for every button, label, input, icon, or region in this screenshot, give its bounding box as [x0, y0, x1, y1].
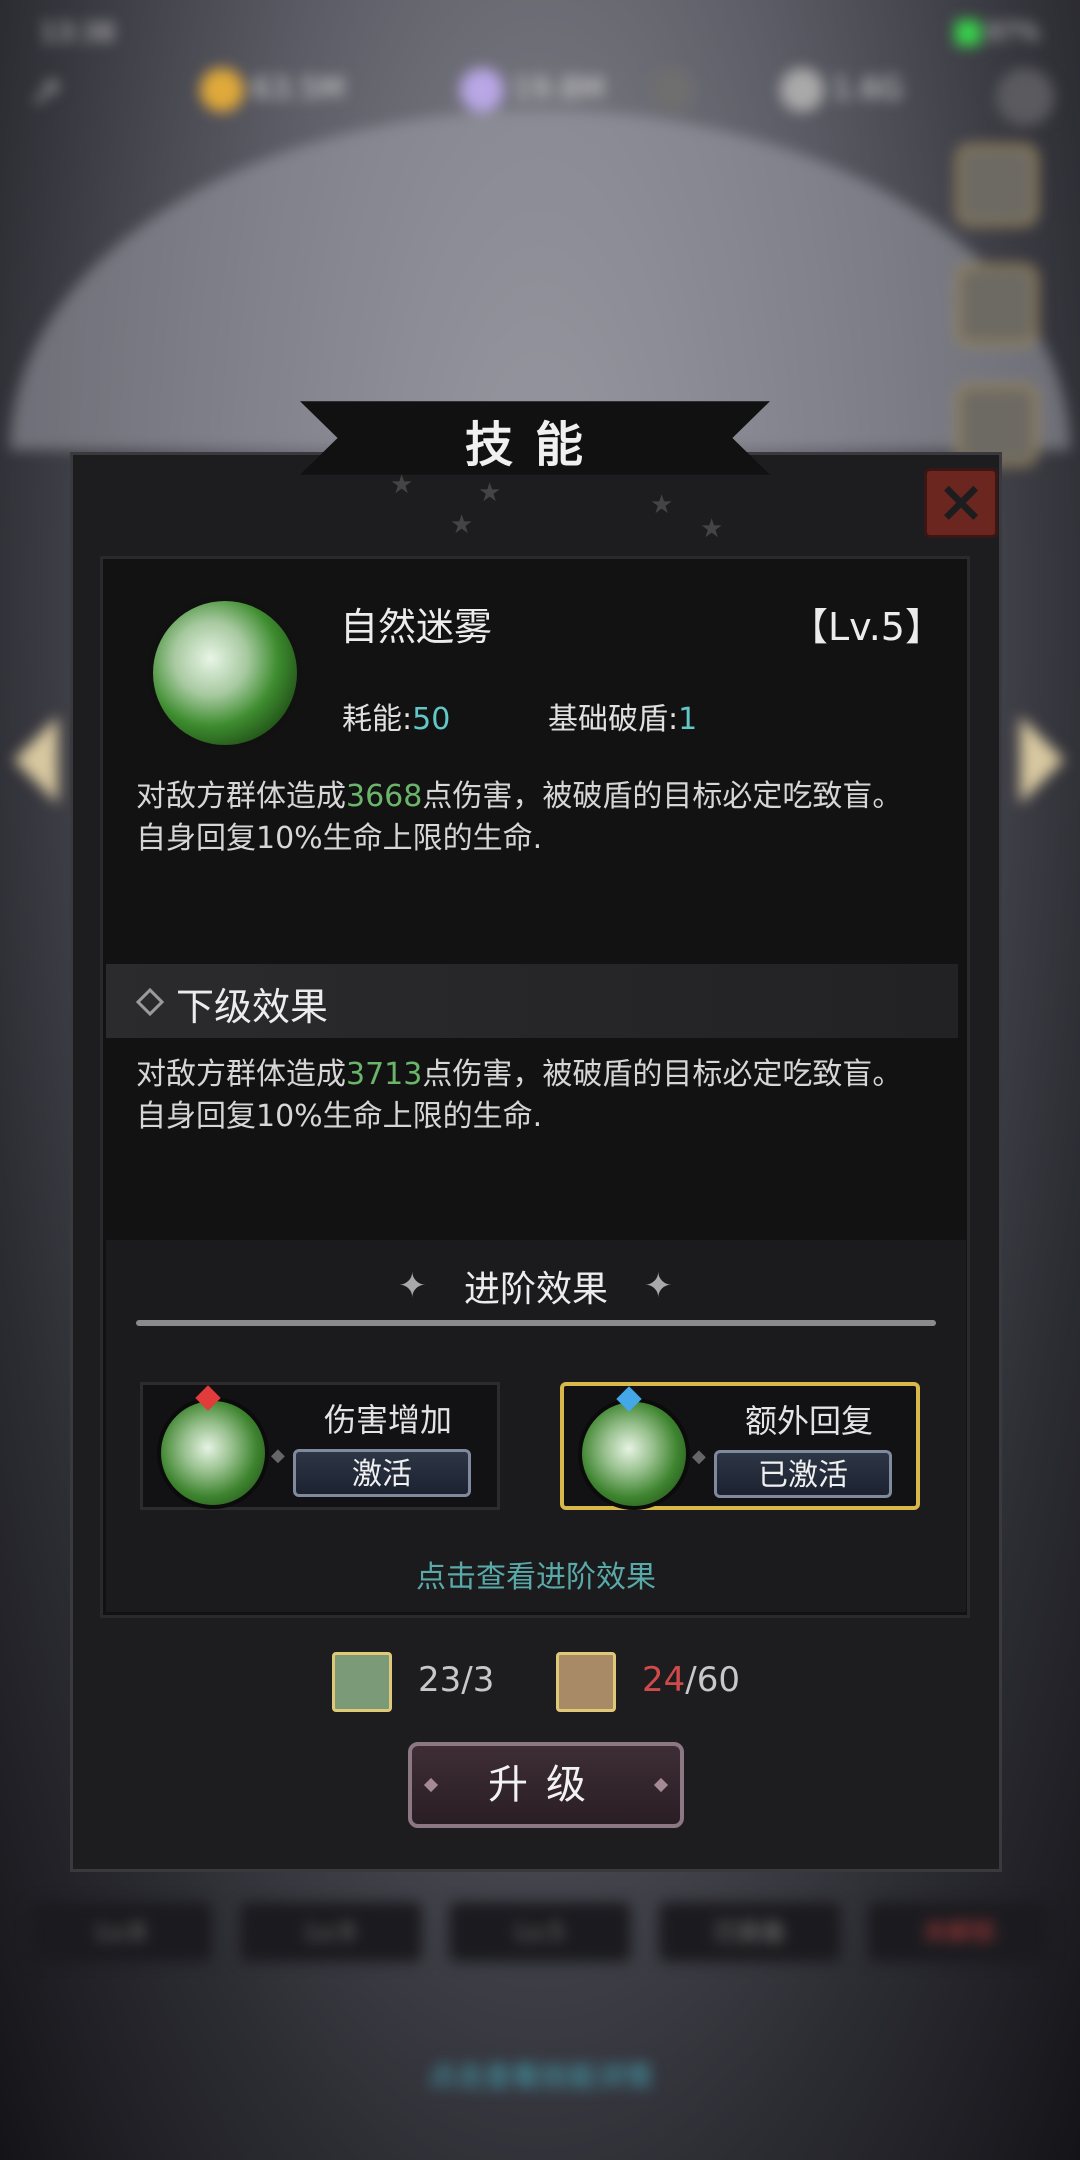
- divider: [136, 1320, 936, 1326]
- prev-arrow-icon[interactable]: [14, 716, 58, 804]
- upgrade-button[interactable]: 升级: [408, 1742, 684, 1828]
- advanced-title: 进阶效果: [463, 1269, 608, 1310]
- star-icon: ★: [478, 478, 502, 508]
- status-time: 13:38: [40, 18, 115, 48]
- side-button-2[interactable]: [956, 264, 1038, 346]
- bullet-icon: ◆: [271, 1445, 285, 1466]
- back-icon[interactable]: ➚: [30, 68, 90, 118]
- diamond-icon: [135, 987, 165, 1017]
- background-hint: 点击查看技能详情: [427, 2060, 652, 2093]
- skill-icon: [148, 596, 302, 750]
- bg-tab[interactable]: Lv.9: [239, 1902, 422, 1962]
- damage-value: 3668: [346, 779, 423, 814]
- close-icon: ×: [936, 467, 986, 535]
- status-bar: 13:38 87%: [0, 8, 1080, 56]
- cost-separator: /: [685, 1660, 697, 1700]
- upgrade-label: 升级: [488, 1762, 604, 1808]
- energy-cost: 耗能:50: [342, 694, 450, 738]
- next-level-header: 下级效果: [106, 964, 958, 1038]
- advanced-card-name: 额外回复: [744, 1402, 873, 1440]
- gem-icon: [650, 68, 694, 112]
- bg-tab[interactable]: Lv.8: [30, 1902, 212, 1962]
- gold-value: 63.5M: [252, 71, 345, 107]
- background-tabs: Lv.8 Lv.9 Lv.5 已装备 未解锁: [30, 1902, 1050, 1966]
- feather-icon: [780, 68, 824, 112]
- feather-value: 1.6G: [832, 71, 903, 107]
- dialog-title: 技能: [464, 417, 605, 473]
- background-arch: [10, 110, 1070, 450]
- desc-text: 对敌方群体造成: [136, 779, 346, 814]
- dot-icon: [423, 1777, 439, 1793]
- view-advanced-link[interactable]: 点击查看进阶效果: [106, 1552, 966, 1596]
- next-level-description: 对敌方群体造成3713点伤害，被破盾的目标必定吃致盲。自身回复10%生命上限的生…: [136, 1054, 926, 1138]
- cost-separator: /: [461, 1660, 473, 1700]
- gem-resource: [650, 68, 702, 112]
- gold-resource: 63.5M: [200, 68, 345, 112]
- next-arrow-icon[interactable]: [1020, 716, 1064, 804]
- bg-tab[interactable]: Lv.5: [449, 1902, 631, 1962]
- energy-cost-value: 50: [412, 702, 451, 737]
- skill-book-icon: [332, 1652, 392, 1712]
- energy-cost-label: 耗能:: [342, 702, 413, 737]
- cost-have: 24: [642, 1660, 686, 1700]
- cost-need: 60: [696, 1660, 740, 1700]
- side-button-1[interactable]: [956, 144, 1038, 226]
- skill-level: 【Lv.5】: [790, 605, 943, 649]
- gold-icon: [200, 68, 244, 112]
- battery-text: 87%: [986, 18, 1040, 46]
- scroll-icon: [556, 1652, 616, 1712]
- dot-icon: [653, 1777, 669, 1793]
- star-icon: ★: [650, 490, 674, 520]
- bullet-icon: ◆: [692, 1446, 706, 1467]
- advanced-skill-icon: [157, 1397, 269, 1509]
- star-icon: ★: [700, 514, 724, 544]
- desc-text: 对敌方群体造成: [136, 1057, 346, 1092]
- activated-button[interactable]: 已激活: [714, 1450, 892, 1498]
- skill-description: 对敌方群体造成3668点伤害，被破盾的目标必定吃致盲。自身回复10%生命上限的生…: [136, 776, 926, 860]
- diamond-resource: 19.8M: [460, 68, 605, 112]
- close-button[interactable]: ×: [924, 468, 998, 538]
- next-level-title: 下级效果: [176, 985, 329, 1029]
- battery-icon: [954, 20, 981, 46]
- bg-tab[interactable]: 未解锁: [868, 1902, 1050, 1962]
- skill-book-cost: 23/3: [418, 1660, 494, 1700]
- shield-break-value: 1: [678, 702, 698, 737]
- activate-button[interactable]: 激活: [293, 1449, 471, 1497]
- diamond-value: 19.8M: [512, 71, 605, 107]
- damage-value: 3713: [346, 1057, 423, 1092]
- star-icon: ★: [450, 510, 474, 540]
- spark-icon: ✦: [644, 1266, 673, 1306]
- shield-break: 基础破盾:1: [548, 694, 697, 738]
- advanced-skill-icon: [578, 1398, 690, 1510]
- battery-indicator: 87%: [954, 18, 1040, 46]
- scroll-cost: 24/60: [642, 1660, 740, 1700]
- settings-icon[interactable]: [996, 68, 1054, 126]
- star-icon: ★: [390, 470, 414, 500]
- shield-break-label: 基础破盾:: [548, 702, 679, 737]
- skill-name: 自然迷雾: [340, 605, 493, 649]
- diamond-icon: [460, 68, 504, 112]
- advanced-card-damage[interactable]: ◆ 伤害增加 激活: [140, 1382, 500, 1510]
- bg-tab[interactable]: 已装备: [658, 1902, 841, 1962]
- cost-have: 23: [418, 1660, 462, 1700]
- advanced-card-heal[interactable]: ◆ 额外回复 已激活: [560, 1382, 920, 1510]
- feather-resource: 1.6G: [780, 68, 903, 112]
- advanced-card-name: 伤害增加: [323, 1401, 452, 1439]
- cost-need: 3: [472, 1660, 495, 1700]
